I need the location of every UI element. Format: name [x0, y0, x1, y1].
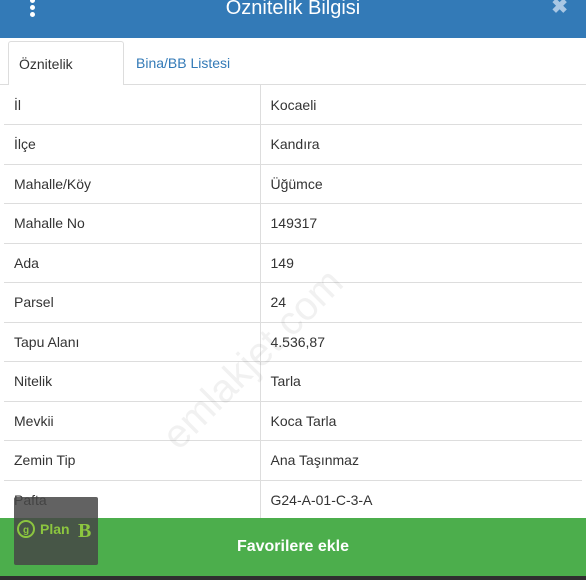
row-label-il: İl	[4, 85, 261, 125]
row-label-ada: Ada	[4, 243, 261, 283]
row-label-mahalle: Mahalle/Köy	[4, 164, 261, 204]
row-value-pafta: G24-A-01-C-3-A	[260, 480, 582, 520]
table-row: Tapu Alanı 4.536,87	[4, 322, 582, 362]
close-icon[interactable]: ✖	[551, 0, 568, 18]
tab-bar: Öznitelik Bilgisi Bina/BB Listesi	[0, 38, 586, 116]
table-row: Mahalle No 149317	[4, 203, 582, 244]
row-label-parsel: Parsel	[4, 282, 261, 323]
row-value-ada: 149	[260, 243, 582, 283]
row-value-mahalle: Üğümce	[260, 164, 582, 204]
svg-text:B: B	[78, 520, 91, 542]
attribute-dialog: Öznitelik Bilgisi ✖ Öznitelik Bilgisi Bi…	[0, 0, 586, 580]
row-label-mahalle-no: Mahalle No	[4, 203, 261, 244]
planb-logo: g Plan B	[14, 497, 98, 565]
tab-attribute-info[interactable]: Öznitelik Bilgisi	[8, 41, 124, 116]
table-row: Ada 149	[4, 243, 582, 283]
table-row: İl Kocaeli	[4, 85, 582, 125]
row-label-zemin-tip: Zemin Tip	[4, 440, 261, 481]
row-value-mahalle-no: 149317	[260, 203, 582, 244]
dialog-header: Öznitelik Bilgisi ✖	[0, 0, 586, 38]
table-row: İlçe Kandıra	[4, 124, 582, 165]
table-row: Mahalle/Köy Üğümce	[4, 164, 582, 204]
planb-logo-icon: g Plan B	[17, 520, 91, 542]
attribute-table: İl Kocaeli İlçe Kandıra Mahalle/Köy Üğüm…	[4, 85, 582, 520]
table-row: Nitelik Tarla	[4, 361, 582, 402]
svg-text:g: g	[23, 525, 29, 536]
row-label-nitelik: Nitelik	[4, 361, 261, 402]
row-label-mevkii: Mevkii	[4, 401, 261, 441]
row-value-ilce: Kandıra	[260, 124, 582, 165]
row-value-il: Kocaeli	[260, 85, 582, 125]
row-value-parsel: 24	[260, 282, 582, 323]
table-row: Zemin Tip Ana Taşınmaz	[4, 440, 582, 481]
dialog-title: Öznitelik Bilgisi	[225, 0, 361, 19]
row-value-mevkii: Koca Tarla	[260, 401, 582, 441]
row-value-tapu-alani: 4.536,87	[260, 322, 582, 362]
bottom-strip	[0, 576, 586, 580]
tab-building-list[interactable]: Bina/BB Listesi	[126, 41, 240, 86]
row-value-zemin-tip: Ana Taşınmaz	[260, 440, 582, 481]
row-label-tapu-alani: Tapu Alanı	[4, 322, 261, 362]
svg-text:Plan: Plan	[40, 521, 70, 537]
table-row: Parsel 24	[4, 282, 582, 323]
row-label-ilce: İlçe	[4, 124, 261, 165]
table-row: Mevkii Koca Tarla	[4, 401, 582, 441]
row-value-nitelik: Tarla	[260, 361, 582, 402]
